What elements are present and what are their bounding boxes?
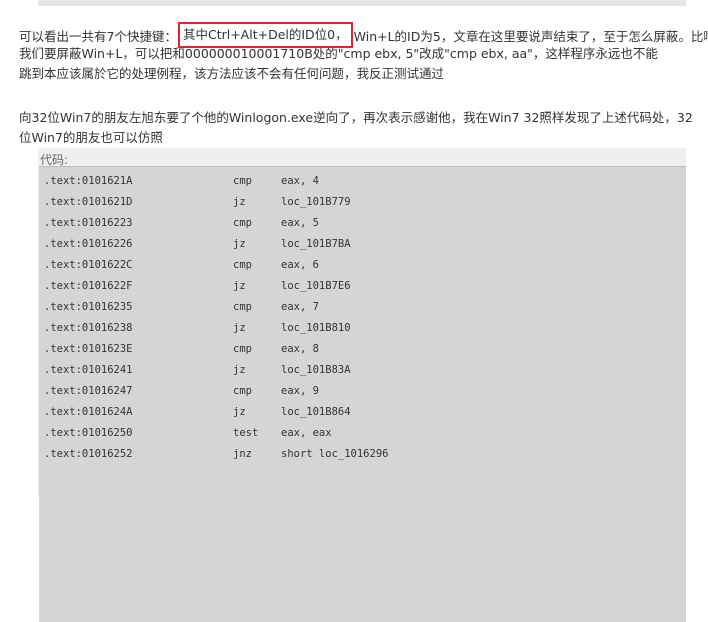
- code-operands: loc_101B83A: [281, 364, 351, 376]
- code-operands: eax, 6: [281, 259, 319, 271]
- code-operands: eax, 5: [281, 217, 319, 229]
- code-mnemonic: test: [233, 427, 259, 439]
- paragraph-line: 跳到本应该属於它的处理例程，该方法应该不会有任何问题，我反正测试通过: [19, 66, 445, 81]
- code-mnemonic: jz: [233, 364, 246, 376]
- code-address: .text:0101624A: [44, 406, 133, 418]
- code-address: .text:01016238: [44, 322, 133, 334]
- paragraph-line: 位Win7的朋友也可以仿照: [19, 130, 163, 145]
- code-address: .text:01016250: [44, 427, 133, 439]
- code-operands: loc_101B864: [281, 406, 351, 418]
- code-address: .text:01016241: [44, 364, 133, 376]
- paragraph-win7-note: 向32位Win7的朋友左旭东要了个他的Winlogon.exe逆向了，再次表示感…: [19, 108, 693, 148]
- code-operands: loc_101B7E6: [281, 280, 351, 292]
- code-mnemonic: jz: [233, 196, 246, 208]
- code-mnemonic: cmp: [233, 259, 252, 271]
- code-operands: eax, 9: [281, 385, 319, 397]
- paragraph-line: 可以看出一共有7个快捷键： 其中Ctrl+Alt+Del的ID位0， Win+L的I…: [19, 22, 708, 48]
- code-address: .text:0101621D: [44, 196, 133, 208]
- code-operands: eax, 7: [281, 301, 319, 313]
- code-operands: loc_101B779: [281, 196, 351, 208]
- code-operands: eax, eax: [281, 427, 332, 439]
- code-block: 代码: .text:0101621A cmp eax, 4 .text:0101621…: [38, 148, 686, 622]
- code-mnemonic: cmp: [233, 385, 252, 397]
- previous-block-edge: [38, 0, 686, 6]
- code-operands: short loc_1016296: [281, 448, 389, 460]
- code-address: .text:01016226: [44, 238, 133, 250]
- code-address: .text:01016247: [44, 385, 133, 397]
- code-address: .text:01016223: [44, 217, 133, 229]
- highlighted-text: 其中Ctrl+Alt+Del的ID位0，: [177, 22, 353, 48]
- paragraph-shortcut-explanation: 可以看出一共有7个快捷键： 其中Ctrl+Alt+Del的ID位0， Win+L的I…: [19, 22, 708, 84]
- code-address: .text:0101622C: [44, 259, 133, 271]
- code-mnemonic: cmp: [233, 301, 252, 313]
- text-segment: 可以看出一共有7个快捷键：: [19, 29, 177, 44]
- code-mnemonic: cmp: [233, 175, 252, 187]
- code-mnemonic: jz: [233, 238, 246, 250]
- paragraph-line: 向32位Win7的朋友左旭东要了个他的Winlogon.exe逆向了，再次表示感…: [19, 110, 693, 125]
- code-operands: eax, 4: [281, 175, 319, 187]
- code-listing[interactable]: .text:0101621A cmp eax, 4 .text:0101621D jz l…: [39, 166, 686, 622]
- code-address: .text:01016252: [44, 448, 133, 460]
- text-segment: Win+L的ID为5，文章在这里要说声结束了，至于怎么屏蔽。比喻: [353, 29, 708, 44]
- code-address: .text:0101622F: [44, 280, 133, 292]
- code-mnemonic: jnz: [233, 448, 252, 460]
- code-mnemonic: jz: [233, 322, 246, 334]
- code-mnemonic: cmp: [233, 217, 252, 229]
- code-address: .text:01016235: [44, 301, 133, 313]
- code-mnemonic: jz: [233, 406, 246, 418]
- code-operands: eax, 8: [281, 343, 319, 355]
- code-mnemonic: jz: [233, 280, 246, 292]
- code-address: .text:0101623E: [44, 343, 133, 355]
- code-mnemonic: cmp: [233, 343, 252, 355]
- code-address: .text:0101621A: [44, 175, 133, 187]
- code-operands: loc_101B810: [281, 322, 351, 334]
- code-operands: loc_101B7BA: [281, 238, 351, 250]
